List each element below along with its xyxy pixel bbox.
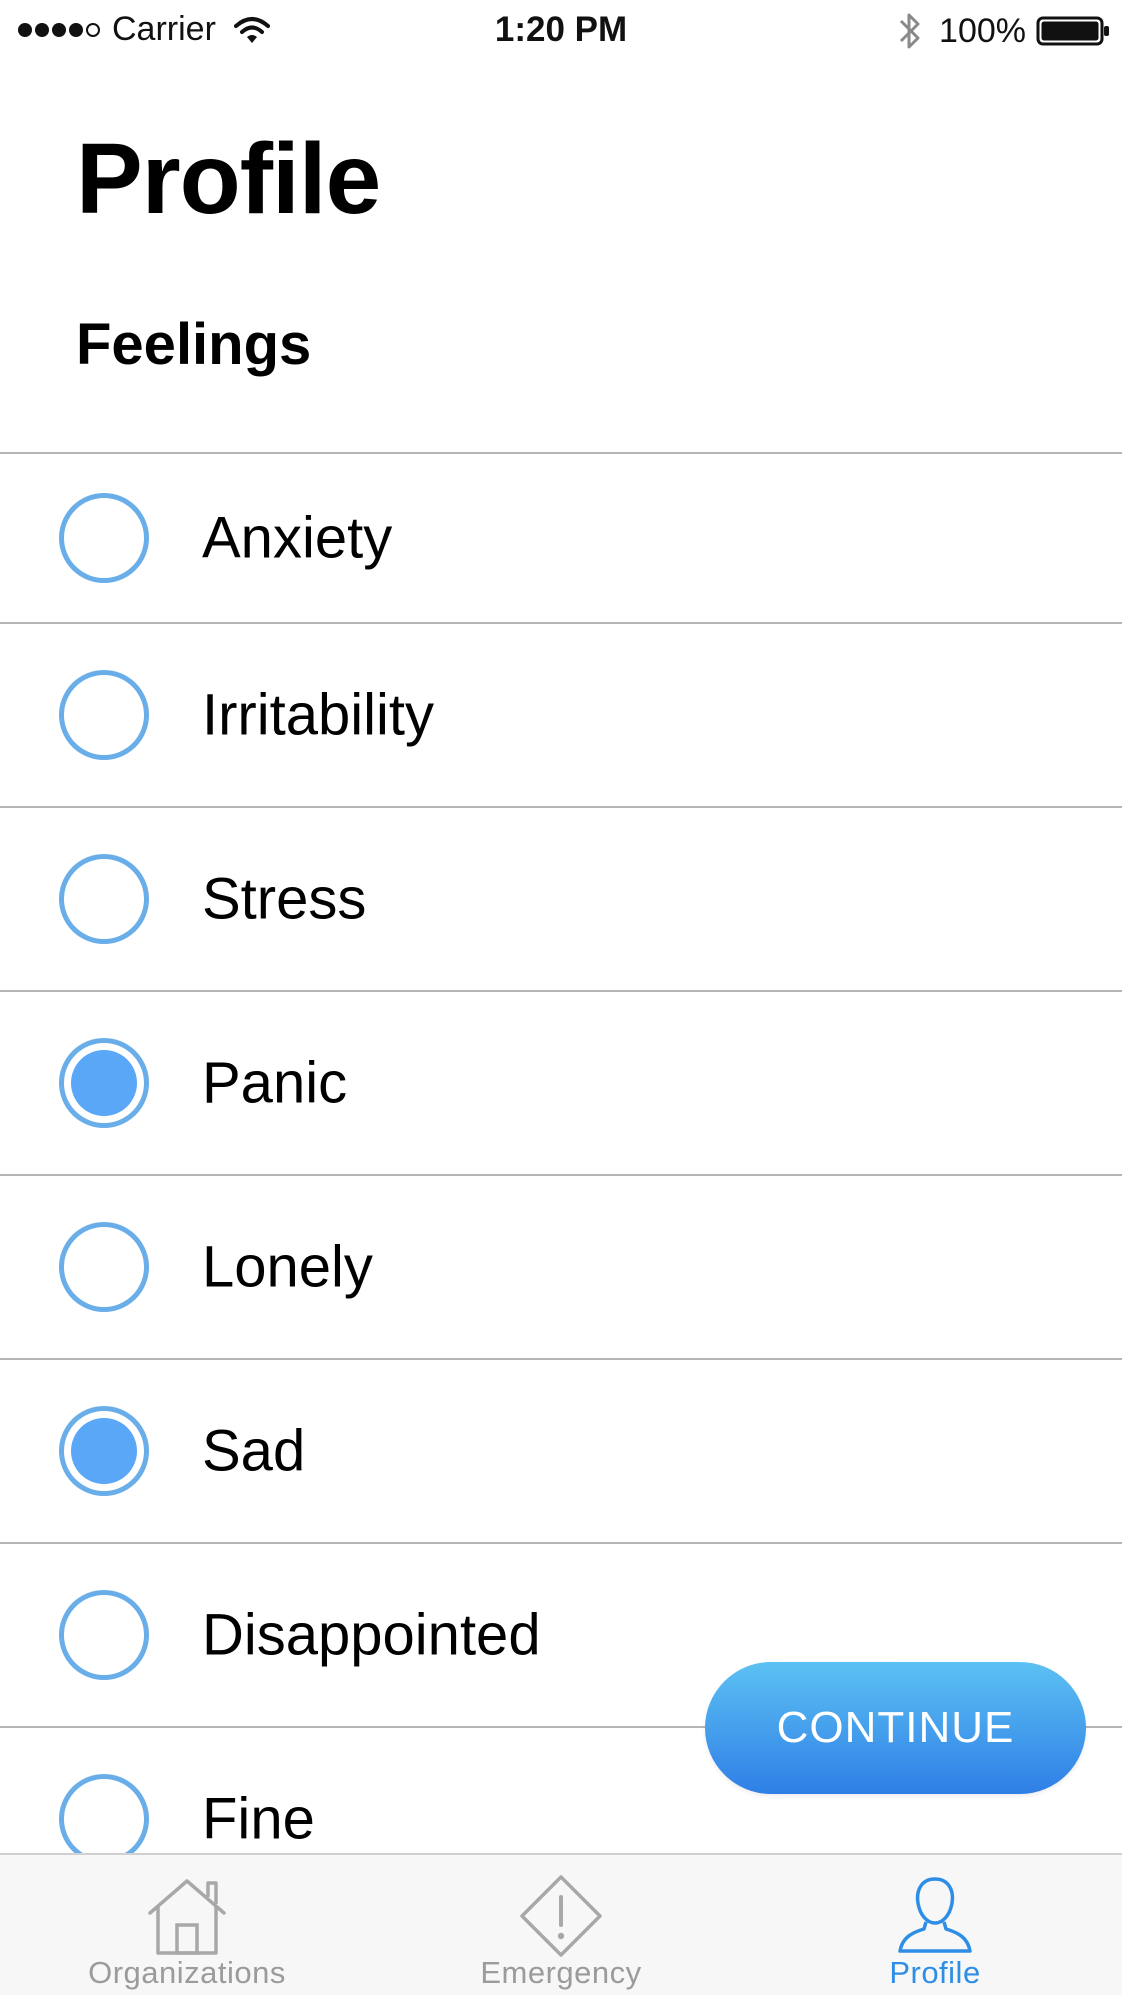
feeling-label: Irritability: [202, 682, 435, 748]
feeling-label: Panic: [202, 1050, 348, 1116]
feeling-label: Disappointed: [202, 1602, 541, 1668]
feeling-label: Sad: [202, 1418, 306, 1484]
tab-organizations[interactable]: Organizations: [0, 1855, 374, 1995]
radio-button[interactable]: [59, 1774, 149, 1864]
feeling-item-panic[interactable]: Panic: [0, 992, 1122, 1176]
feeling-item-anxiety[interactable]: Anxiety: [0, 454, 1122, 624]
page-title: Profile: [76, 123, 381, 235]
feeling-label: Anxiety: [202, 505, 393, 571]
radio-button[interactable]: [59, 1590, 149, 1680]
feeling-label: Stress: [202, 866, 367, 932]
radio-button[interactable]: [59, 854, 149, 944]
radio-button[interactable]: [59, 1222, 149, 1312]
status-right: 100%: [897, 10, 1110, 52]
radio-button[interactable]: [59, 670, 149, 760]
feeling-item-sad[interactable]: Sad: [0, 1360, 1122, 1544]
feeling-item-lonely[interactable]: Lonely: [0, 1176, 1122, 1360]
tab-label: Profile: [889, 1955, 981, 1990]
house-icon: [148, 1879, 226, 1955]
status-bar: Carrier 1:20 PM 100%: [0, 0, 1122, 62]
feeling-item-irritability[interactable]: Irritability: [0, 624, 1122, 808]
tab-profile[interactable]: Profile: [748, 1855, 1122, 1995]
feeling-label: Fine: [202, 1786, 315, 1852]
tab-bar: Organizations Emergency Profile: [0, 1853, 1122, 1995]
bluetooth-icon: [899, 13, 920, 49]
tab-label: Organizations: [88, 1955, 286, 1990]
continue-button[interactable]: CONTINUE: [705, 1662, 1086, 1794]
person-icon: [898, 1877, 972, 1953]
battery-icon: [1036, 16, 1109, 46]
tab-label: Emergency: [480, 1955, 642, 1990]
battery-percent: 100%: [939, 11, 1026, 50]
radio-button[interactable]: [59, 493, 149, 583]
section-title-feelings: Feelings: [76, 312, 312, 377]
radio-button[interactable]: [59, 1406, 149, 1496]
tab-emergency[interactable]: Emergency: [374, 1855, 748, 1995]
feeling-item-stress[interactable]: Stress: [0, 808, 1122, 992]
radio-button[interactable]: [59, 1038, 149, 1128]
warning-icon: [520, 1875, 602, 1957]
feeling-label: Lonely: [202, 1234, 373, 1300]
